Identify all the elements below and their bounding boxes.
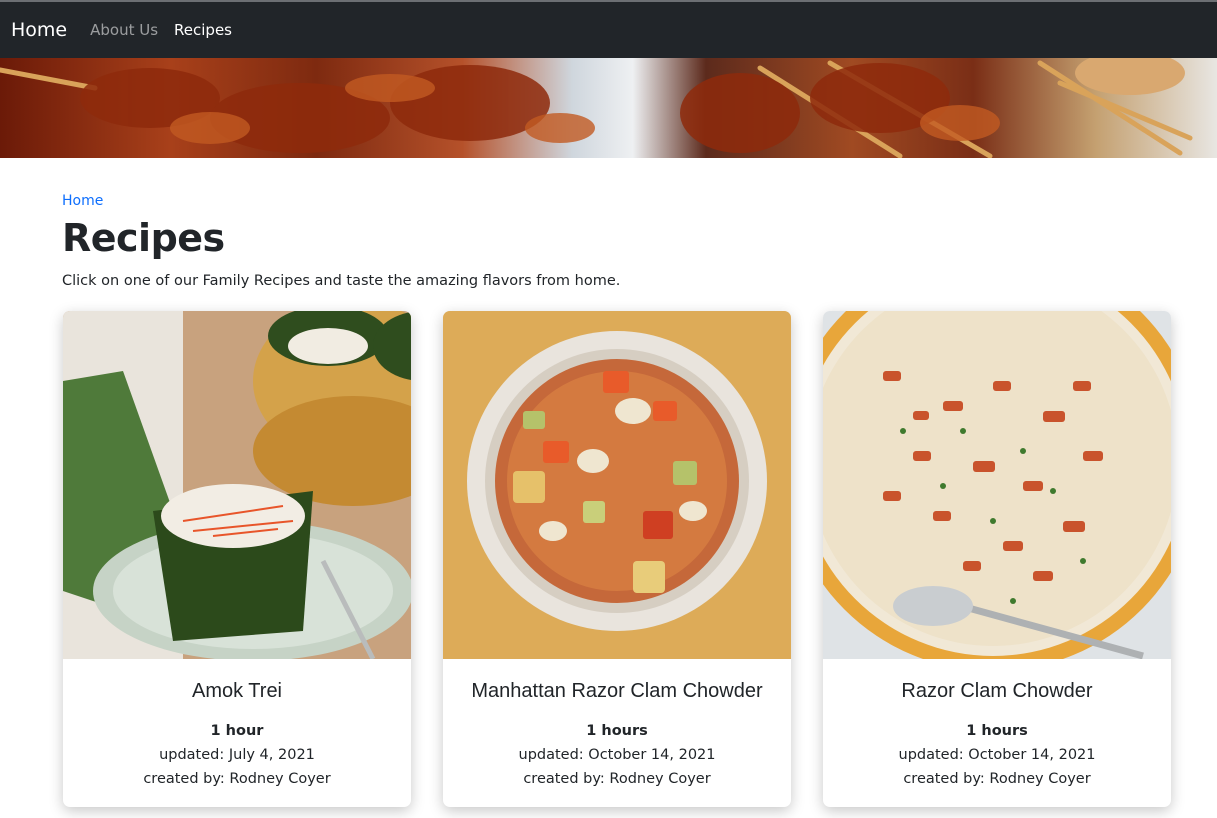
recipe-card-manhattan-razor-clam-chowder[interactable]: Manhattan Razor Clam Chowder 1 hours upd… <box>443 311 791 807</box>
hero-banner-image <box>0 58 1217 158</box>
recipe-time: 1 hours <box>966 723 1028 739</box>
recipe-created-by: created by: Rodney Coyer <box>143 771 331 787</box>
nav-link-recipes[interactable]: Recipes <box>174 21 232 39</box>
nav-link-about-us[interactable]: About Us <box>90 21 158 39</box>
recipe-time: 1 hour <box>210 723 264 739</box>
recipe-time: 1 hours <box>586 723 648 739</box>
navbar-brand-home[interactable]: Home <box>11 19 67 41</box>
recipe-title: Razor Clam Chowder <box>901 680 1093 702</box>
recipe-image-razor-clam-chowder <box>823 311 1171 659</box>
recipe-image-amok-trei <box>63 311 411 659</box>
recipe-updated: updated: October 14, 2021 <box>898 747 1096 763</box>
recipe-card-amok-trei[interactable]: Amok Trei 1 hour updated: July 4, 2021 c… <box>63 311 411 807</box>
page-title: Recipes <box>62 216 225 260</box>
recipe-title: Manhattan Razor Clam Chowder <box>471 680 763 702</box>
recipe-updated: updated: July 4, 2021 <box>159 747 315 763</box>
recipe-card-razor-clam-chowder[interactable]: Razor Clam Chowder 1 hours updated: Octo… <box>823 311 1171 807</box>
recipe-created-by: created by: Rodney Coyer <box>523 771 711 787</box>
page-subtitle: Click on one of our Family Recipes and t… <box>62 273 621 289</box>
recipe-image-manhattan-razor-clam-chowder <box>443 311 791 659</box>
recipe-created-by: created by: Rodney Coyer <box>903 771 1091 787</box>
navbar: Home About Us Recipes <box>0 2 1217 58</box>
breadcrumb-home[interactable]: Home <box>62 193 103 209</box>
recipe-title: Amok Trei <box>191 680 283 702</box>
recipe-updated: updated: October 14, 2021 <box>518 747 716 763</box>
